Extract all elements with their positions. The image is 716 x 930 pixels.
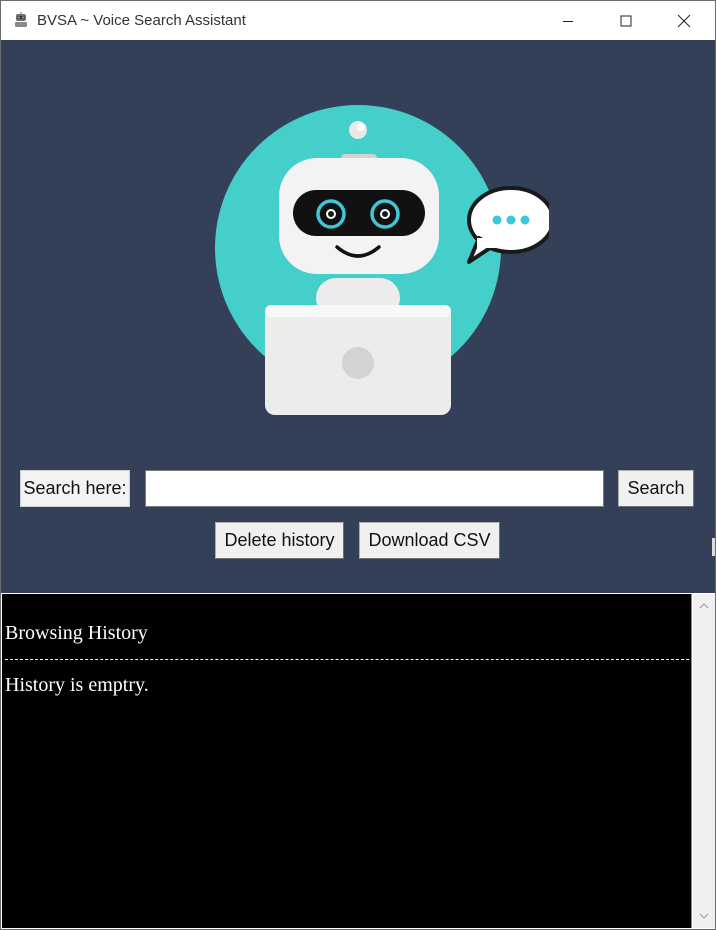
scroll-down-button[interactable] [693, 906, 715, 926]
history-scrollbar[interactable] [693, 594, 715, 928]
minimize-button[interactable] [539, 1, 597, 40]
window-edge-notch [712, 538, 715, 556]
history-title: Browsing History [5, 622, 148, 644]
app-window: BVSA ~ Voice Search Assistant Search her… [0, 0, 716, 930]
minimize-icon [563, 20, 573, 22]
robot-illustration [215, 105, 561, 415]
history-empty-message: History is emptry. [5, 674, 149, 696]
main-panel: Search here: Search Delete history Downl… [1, 40, 715, 593]
window-title: BVSA ~ Voice Search Assistant [37, 12, 246, 29]
delete-history-button[interactable]: Delete history [215, 522, 344, 559]
search-label: Search here: [20, 470, 130, 507]
maximize-icon [620, 15, 632, 26]
close-button[interactable] [655, 1, 713, 40]
history-text-area[interactable]: Browsing History History is emptry. [2, 594, 692, 928]
close-icon [677, 14, 691, 27]
history-divider [5, 659, 689, 660]
download-csv-button[interactable]: Download CSV [359, 522, 500, 559]
title-bar: BVSA ~ Voice Search Assistant [1, 1, 715, 40]
chevron-up-icon [699, 603, 709, 609]
scroll-up-button[interactable] [693, 596, 715, 616]
chevron-down-icon [699, 913, 709, 919]
robot-app-icon [15, 12, 27, 27]
search-button[interactable]: Search [618, 470, 694, 507]
search-input[interactable] [145, 470, 604, 507]
maximize-button[interactable] [597, 1, 655, 40]
